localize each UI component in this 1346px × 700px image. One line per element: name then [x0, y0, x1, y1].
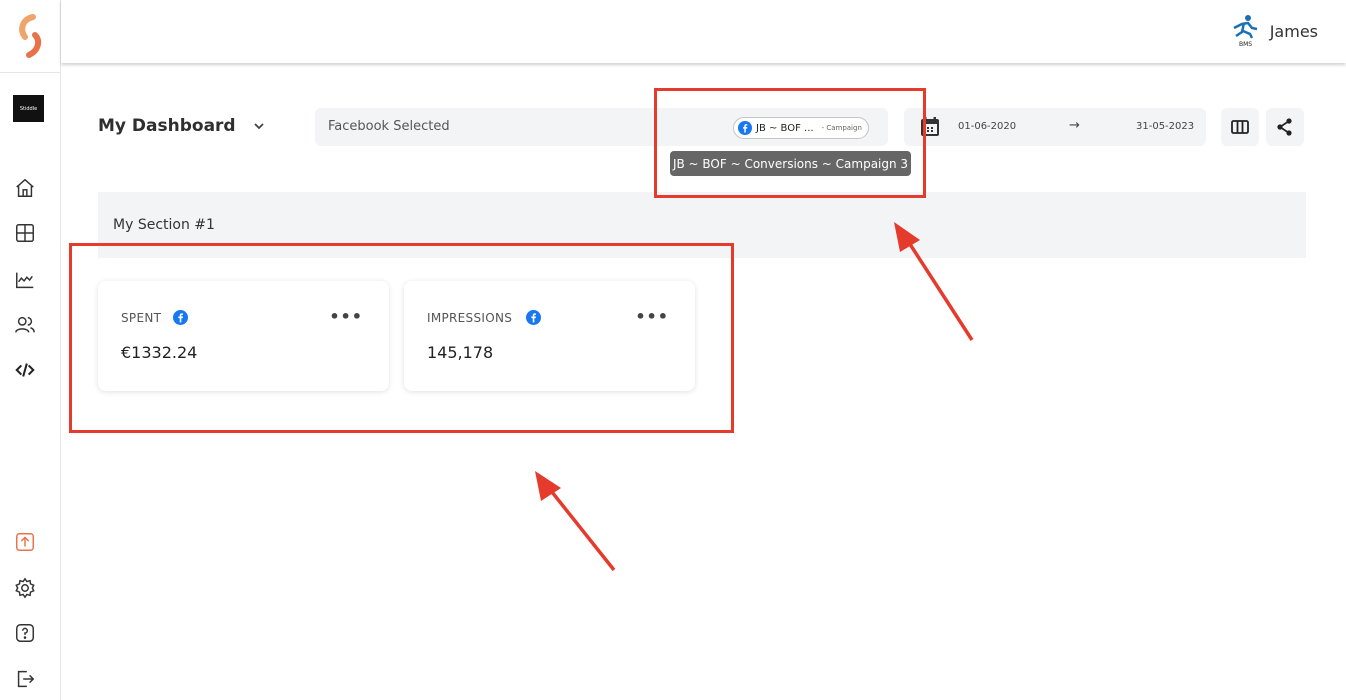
share-button[interactable] [1266, 108, 1304, 146]
date-range-picker[interactable]: 01-06-2020 → 31-05-2023 [904, 108, 1206, 146]
user-menu[interactable]: BMS James [1230, 14, 1318, 48]
workspace-logo[interactable]: Stiddle [13, 95, 44, 122]
sidebar: Stiddle [0, 0, 61, 700]
columns-button[interactable] [1221, 108, 1259, 146]
users-icon[interactable] [12, 312, 38, 338]
chevron-down-icon[interactable] [251, 118, 267, 134]
help-icon[interactable] [12, 620, 38, 646]
date-start[interactable]: 01-06-2020 [958, 121, 1016, 132]
settings-icon[interactable] [12, 575, 38, 601]
filter-label: Facebook Selected [328, 119, 450, 134]
logout-icon[interactable] [12, 666, 38, 692]
avatar-label: BMS [1239, 41, 1252, 48]
date-arrow: → [1069, 118, 1080, 133]
top-bar: BMS James [61, 0, 1346, 63]
dashboard-title[interactable]: My Dashboard [98, 116, 236, 136]
annotation-box-tooltip [654, 88, 926, 198]
date-end[interactable]: 31-05-2023 [1136, 121, 1194, 132]
user-name: James [1269, 21, 1318, 41]
avatar: BMS [1233, 15, 1257, 48]
home-icon[interactable] [12, 175, 38, 201]
sidebar-divider [0, 72, 60, 73]
annotation-arrow-cards [535, 471, 616, 572]
upload-icon[interactable] [12, 529, 38, 555]
columns-icon [1231, 120, 1249, 134]
share-icon [1277, 118, 1292, 136]
workspace-logo-text: Stiddle [19, 105, 38, 112]
analytics-icon[interactable] [12, 267, 38, 293]
section-title[interactable]: My Section #1 [113, 217, 215, 233]
annotation-box-cards [69, 243, 734, 433]
code-icon[interactable] [12, 357, 38, 383]
dashboard-icon[interactable] [12, 220, 38, 246]
logo-icon[interactable] [13, 13, 47, 59]
